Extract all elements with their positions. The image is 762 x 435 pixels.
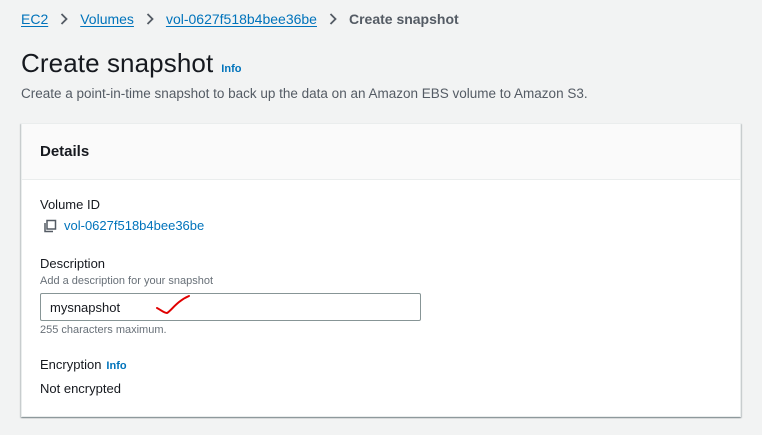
volume-id-value: vol-0627f518b4bee36be xyxy=(40,218,204,233)
details-title: Details xyxy=(40,143,90,160)
page-title: Create snapshot xyxy=(21,48,214,78)
breadcrumb-volume-id[interactable]: vol-0627f518b4bee36be xyxy=(166,11,317,27)
encryption-value: Not encrypted xyxy=(40,381,121,396)
description-hint: Add a description for your snapshot xyxy=(40,275,214,287)
chevron-right-icon xyxy=(52,10,76,28)
chevron-right-icon xyxy=(321,10,345,28)
volume-id-link[interactable]: vol-0627f518b4bee36be xyxy=(64,218,204,233)
encryption-info-link[interactable]: Info xyxy=(106,360,126,372)
description-label: Description xyxy=(40,256,106,271)
page-description: Create a point-in-time snapshot to back … xyxy=(21,86,588,101)
breadcrumb-volumes[interactable]: Volumes xyxy=(80,11,134,27)
copy-icon[interactable] xyxy=(43,219,57,233)
breadcrumb-current: Create snapshot xyxy=(348,11,459,27)
encryption-label-row: Encryption Info xyxy=(40,357,127,372)
page-info-link[interactable]: Info xyxy=(221,63,241,75)
chevron-right-icon xyxy=(138,10,162,28)
encryption-label: Encryption xyxy=(40,357,102,372)
page-header: Create snapshot Info xyxy=(21,48,241,79)
description-constraint: 255 characters maximum. xyxy=(40,324,167,336)
details-header: Details xyxy=(22,124,740,180)
volume-id-label: Volume ID xyxy=(40,197,100,212)
breadcrumb-ec2[interactable]: EC2 xyxy=(21,11,48,27)
details-container: Details Volume ID vol-0627f518b4bee36be … xyxy=(21,123,741,417)
breadcrumb: EC2 Volumes vol-0627f518b4bee36be Create… xyxy=(21,10,459,28)
description-input[interactable] xyxy=(40,293,421,321)
